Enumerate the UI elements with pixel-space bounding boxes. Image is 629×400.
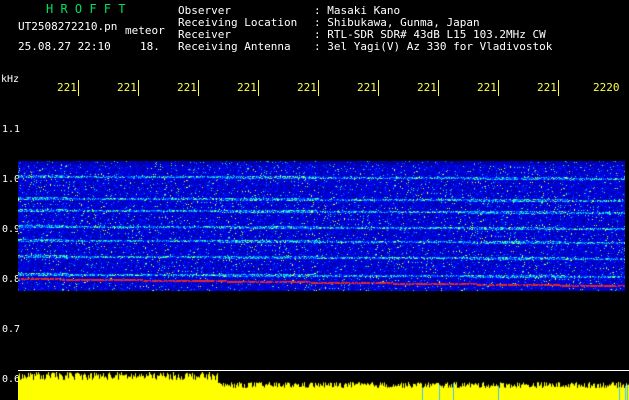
time-tick-3: 221 — [177, 81, 197, 94]
date-time: 25.08.27 22:10 — [18, 40, 111, 53]
time-tick-6: 221 — [357, 81, 377, 94]
signal-strength-strip — [18, 372, 629, 400]
time-tick-1: 221 — [57, 81, 77, 94]
file-name: UT2508272210.pn — [18, 20, 118, 33]
time-tick-mark — [138, 80, 139, 96]
time-tick-mark — [378, 80, 379, 96]
station-observer-label: Observer — [178, 4, 231, 17]
time-tick-mark — [78, 80, 79, 96]
station-antenna-value: : 3el Yagi(V) Az 330 for Vladivostok — [314, 40, 553, 53]
time-tick-mark — [558, 80, 559, 96]
meteor-label: meteor — [125, 24, 165, 37]
station-receiver-label: Receiver — [178, 28, 231, 41]
time-tick-mark — [438, 80, 439, 96]
spectrogram — [18, 98, 625, 366]
time-tick-mark — [498, 80, 499, 96]
spectrogram-canvas — [18, 98, 625, 366]
time-tick-mark — [318, 80, 319, 96]
time-tick-4: 221 — [237, 81, 257, 94]
time-tick-10: 2220 — [593, 81, 620, 94]
time-tick-9: 221 — [537, 81, 557, 94]
strip-baseline — [18, 370, 629, 371]
app-title: H R O F F T — [46, 2, 126, 16]
station-observer-value: : Masaki Kano — [314, 4, 401, 17]
time-tick-7: 221 — [417, 81, 437, 94]
frequency-unit: kHz — [1, 74, 20, 85]
station-antenna-label: Receiving Antenna — [178, 40, 291, 53]
time-tick-mark — [258, 80, 259, 96]
station-location-label: Receiving Location — [178, 16, 298, 29]
time-tick-5: 221 — [297, 81, 317, 94]
meteor-count: 18. — [140, 40, 160, 53]
station-location-value: : Shibukawa, Gunma, Japan — [314, 16, 480, 29]
station-receiver-value: : RTL-SDR SDR# 43dB L15 103.2MHz CW — [314, 28, 546, 41]
signal-strength-canvas — [18, 372, 629, 400]
time-tick-8: 221 — [477, 81, 497, 94]
time-tick-2: 221 — [117, 81, 137, 94]
time-tick-mark — [198, 80, 199, 96]
